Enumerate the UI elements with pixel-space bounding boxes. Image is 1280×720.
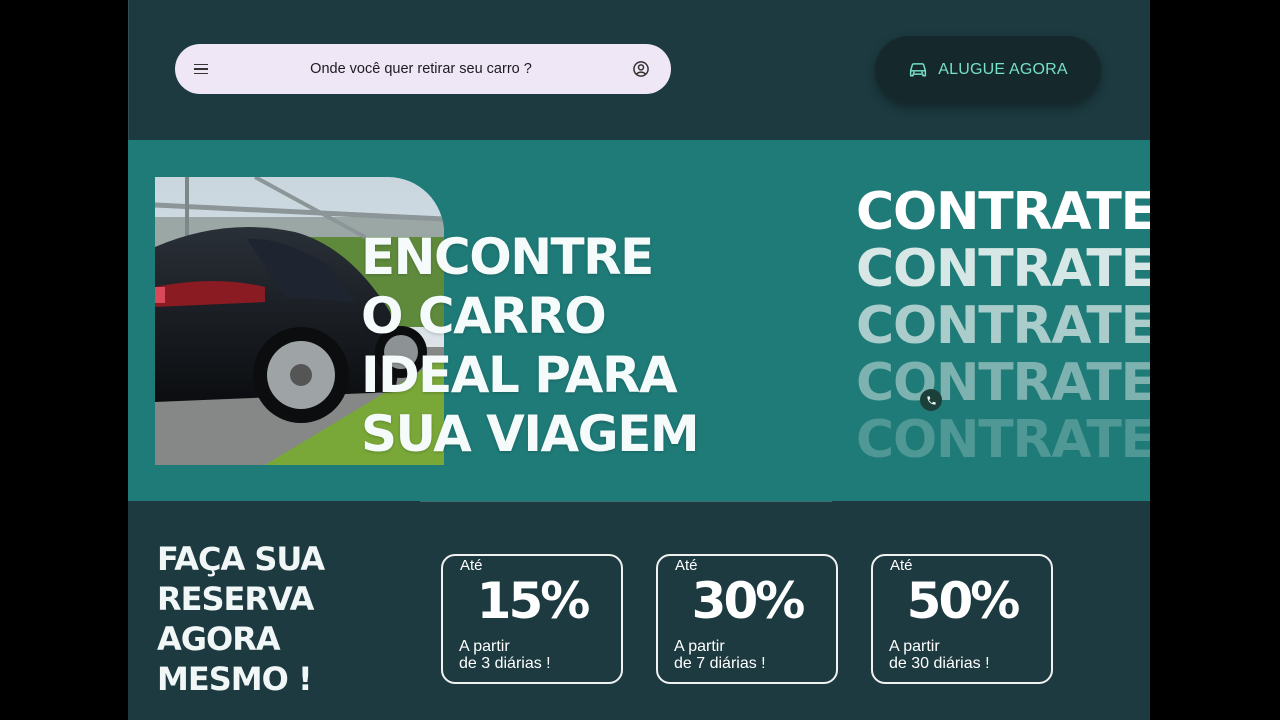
hero-banner: ENCONTRE O CARRO IDEAL PARA SUA VIAGEM C… [128, 140, 1150, 501]
title-line: AGORA [157, 620, 281, 658]
contrate-text: CONTRATE [856, 182, 1150, 242]
menu-icon[interactable] [191, 59, 211, 79]
offer-card-30[interactable]: Até 30% A partir de 7 diárias ! [656, 554, 838, 684]
headline-line: SUA VIAGEM [361, 405, 700, 463]
contrate-text: CONTRATE [856, 353, 1150, 413]
offer-percent: 15% [476, 572, 591, 630]
headline-line: IDEAL PARA [361, 346, 678, 404]
headline-line: O CARRO [361, 287, 607, 345]
title-line: MESMO ! [157, 660, 313, 698]
offer-card-15[interactable]: Até 15% A partir de 3 diárias ! [441, 554, 623, 684]
rent-now-label: ALUGUE AGORA [938, 61, 1068, 78]
search-bar[interactable]: Onde você quer retirar seu carro ? [175, 44, 671, 94]
top-bar: Onde você quer retirar seu carro ? ALUGU… [128, 0, 1150, 140]
account-circle-icon[interactable] [631, 59, 651, 79]
title-line: RESERVA [157, 580, 314, 618]
offer-description: A partir de 3 diárias ! [459, 638, 551, 672]
offer-line1: A partir [459, 638, 510, 655]
offer-line2: de 3 diárias ! [459, 655, 551, 672]
divider [420, 501, 832, 502]
offer-line2: de 30 diárias ! [889, 655, 990, 672]
offer-line2: de 7 diárias ! [674, 655, 766, 672]
search-input[interactable]: Onde você quer retirar seu carro ? [211, 61, 631, 77]
offer-percent: 50% [906, 572, 1021, 630]
offer-card-50[interactable]: Até 50% A partir de 30 diárias ! [871, 554, 1053, 684]
contrate-stack[interactable]: CONTRATE CONTRATE CONTRATE CONTRATE CONT… [856, 184, 1150, 469]
offer-description: A partir de 30 diárias ! [889, 638, 990, 672]
contrate-text: CONTRATE [856, 239, 1150, 299]
headline-line: ENCONTRE [361, 228, 654, 286]
reservation-section: FAÇA SUA RESERVA AGORA MESMO ! Até 15% A… [128, 501, 1150, 720]
rent-now-button[interactable]: ALUGUE AGORA [875, 36, 1101, 104]
car-icon [910, 63, 927, 77]
offer-line1: A partir [674, 638, 725, 655]
contrate-text: CONTRATE [856, 410, 1150, 470]
app-frame: Onde você quer retirar seu carro ? ALUGU… [128, 0, 1150, 720]
title-line: FAÇA SUA [157, 540, 325, 578]
contrate-text: CONTRATE [856, 296, 1150, 356]
phone-icon[interactable] [920, 389, 942, 411]
offer-line1: A partir [889, 638, 940, 655]
offer-description: A partir de 7 diárias ! [674, 638, 766, 672]
hero-headline: ENCONTRE O CARRO IDEAL PARA SUA VIAGEM [361, 228, 700, 464]
reservation-title: FAÇA SUA RESERVA AGORA MESMO ! [157, 539, 325, 699]
offer-percent: 30% [691, 572, 806, 630]
